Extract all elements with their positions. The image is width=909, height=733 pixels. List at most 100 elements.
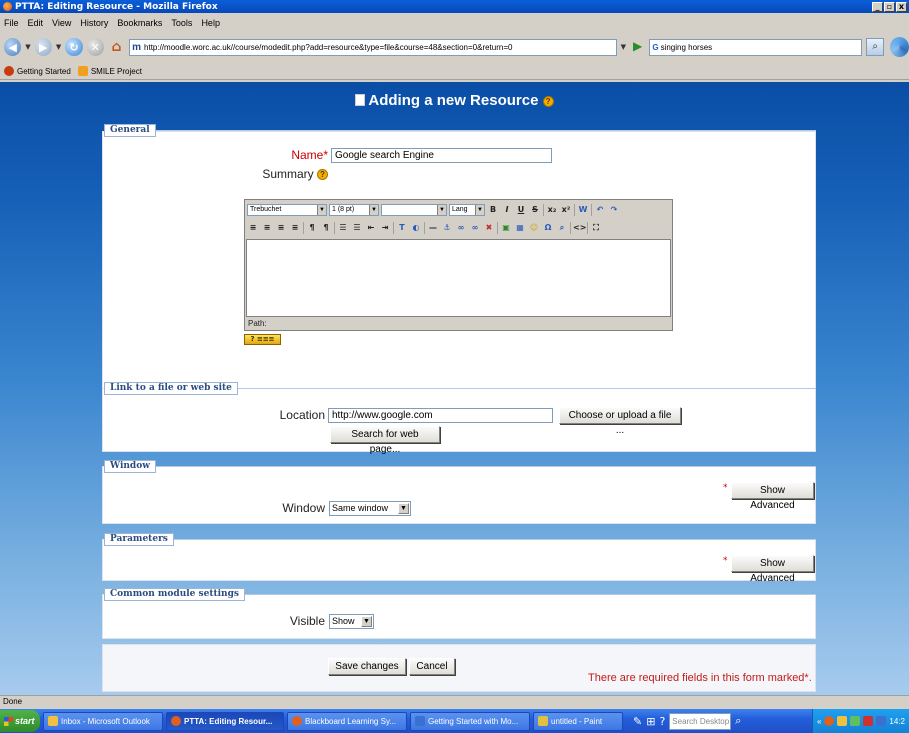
horizontal-rule-icon[interactable]: — bbox=[427, 222, 439, 234]
search-engine-icon[interactable]: G bbox=[652, 43, 658, 52]
tray-app-icon[interactable] bbox=[824, 716, 835, 726]
unlink-icon[interactable]: ∞ bbox=[469, 222, 481, 234]
search-replace-icon[interactable]: ⌕ bbox=[556, 222, 568, 234]
menu-view[interactable]: View bbox=[52, 18, 71, 28]
underline-icon[interactable]: U bbox=[515, 204, 527, 216]
undo-icon[interactable]: ↶ bbox=[594, 204, 606, 216]
bookmark-smile-project[interactable]: SMILE Project bbox=[77, 66, 142, 76]
link-icon[interactable]: ∞ bbox=[455, 222, 467, 234]
fullscreen-icon[interactable]: ⛶ bbox=[590, 222, 602, 234]
font-size-select[interactable]: 1 (8 pt) ▼ bbox=[329, 204, 379, 216]
task-firefox[interactable]: PTTA: Editing Resour... bbox=[166, 711, 284, 731]
task-outlook[interactable]: Inbox - Microsoft Outlook bbox=[43, 711, 163, 731]
minimize-button[interactable]: _ bbox=[872, 1, 883, 12]
menu-tools[interactable]: Tools bbox=[171, 18, 192, 28]
summary-help-icon[interactable]: ? bbox=[317, 169, 328, 181]
menu-file[interactable]: File bbox=[4, 18, 19, 28]
legend-link[interactable]: Link to a file or web site bbox=[104, 382, 238, 395]
show-advanced-button-parameters[interactable]: Show Advanced bbox=[731, 555, 814, 584]
editor-help-badge[interactable]: ? ≡≡≡ bbox=[244, 334, 281, 345]
redo-icon[interactable]: ↷ bbox=[608, 204, 620, 216]
tray-mail-icon[interactable] bbox=[876, 716, 887, 726]
menu-bookmarks[interactable]: Bookmarks bbox=[117, 18, 162, 28]
bookmark-getting-started[interactable]: Getting Started bbox=[4, 66, 71, 76]
special-char-icon[interactable]: Ω bbox=[542, 222, 554, 234]
search-go-icon[interactable]: ⌕ bbox=[866, 38, 884, 56]
align-left-icon[interactable]: ≡ bbox=[247, 222, 259, 234]
outdent-icon[interactable]: ⇤ bbox=[365, 222, 377, 234]
tray-app-icon[interactable] bbox=[863, 716, 874, 726]
forward-arrow-icon[interactable]: ▶ bbox=[34, 38, 52, 56]
legend-common-settings[interactable]: Common module settings bbox=[104, 588, 245, 601]
menu-edit[interactable]: Edit bbox=[28, 18, 44, 28]
summary-textarea[interactable] bbox=[246, 239, 671, 317]
save-changes-button[interactable]: Save changes bbox=[328, 658, 406, 675]
search-icon[interactable]: ⌕ bbox=[735, 714, 741, 728]
help-icon[interactable]: ? bbox=[542, 95, 554, 107]
ltr-icon[interactable]: ¶ bbox=[306, 222, 318, 234]
justify-icon[interactable]: ≡ bbox=[289, 222, 301, 234]
legend-general[interactable]: General bbox=[104, 124, 156, 137]
clean-word-icon[interactable]: W bbox=[577, 204, 589, 216]
nolink-icon[interactable]: ✖ bbox=[483, 222, 495, 234]
tray-app-icon[interactable] bbox=[837, 716, 848, 726]
align-right-icon[interactable]: ≡ bbox=[275, 222, 287, 234]
reload-icon[interactable]: ↻ bbox=[65, 38, 83, 56]
align-center-icon[interactable]: ≡ bbox=[261, 222, 273, 234]
anchor-icon[interactable]: ⚓ bbox=[441, 222, 453, 234]
home-icon[interactable]: ⌂ bbox=[108, 38, 125, 56]
unordered-list-icon[interactable]: ☰ bbox=[351, 222, 363, 234]
italic-icon[interactable]: I bbox=[501, 204, 513, 216]
text-color-icon[interactable]: T bbox=[396, 222, 408, 234]
quicklaunch-icon[interactable]: ? bbox=[659, 715, 665, 728]
back-arrow-icon[interactable]: ◀ bbox=[4, 38, 22, 56]
subscript-icon[interactable]: x₂ bbox=[546, 204, 558, 216]
format-select[interactable]: ▼ bbox=[381, 204, 447, 216]
cancel-button[interactable]: Cancel bbox=[409, 658, 455, 675]
stop-icon[interactable]: ✕ bbox=[86, 38, 104, 56]
image-icon[interactable]: ▣ bbox=[500, 222, 512, 234]
close-button[interactable]: x bbox=[896, 1, 907, 12]
clock[interactable]: 14:2 bbox=[889, 717, 905, 726]
legend-window[interactable]: Window bbox=[104, 460, 156, 473]
task-paint[interactable]: untitled - Paint bbox=[533, 711, 623, 731]
start-button[interactable]: start bbox=[0, 710, 40, 732]
location-field[interactable]: http://www.google.com bbox=[328, 408, 553, 423]
name-field[interactable]: Google search Engine bbox=[331, 148, 552, 163]
search-bar[interactable]: G singing horses bbox=[649, 38, 863, 56]
quicklaunch-icon[interactable]: ✎ bbox=[633, 715, 642, 728]
bg-color-icon[interactable]: ◐ bbox=[410, 222, 422, 234]
search-web-page-button[interactable]: Search for web page... bbox=[330, 426, 440, 455]
menu-history[interactable]: History bbox=[80, 18, 108, 28]
forward-dropdown-icon[interactable]: ▼ bbox=[56, 43, 61, 51]
strikethrough-icon[interactable]: S bbox=[529, 204, 541, 216]
smiley-icon[interactable]: ☺ bbox=[528, 222, 540, 234]
url-bar[interactable]: m http://moodle.worc.ac.uk//course/moded… bbox=[129, 38, 617, 56]
back-dropdown-icon[interactable]: ▼ bbox=[25, 43, 30, 51]
tray-network-icon[interactable] bbox=[850, 716, 861, 726]
show-advanced-button-window[interactable]: Show Advanced bbox=[731, 482, 814, 511]
menu-help[interactable]: Help bbox=[201, 18, 220, 28]
superscript-icon[interactable]: x² bbox=[560, 204, 572, 216]
rtl-icon[interactable]: ¶ bbox=[320, 222, 332, 234]
ordered-list-icon[interactable]: ☰ bbox=[337, 222, 349, 234]
legend-parameters[interactable]: Parameters bbox=[104, 533, 174, 546]
window-select[interactable]: Same window ▼ bbox=[329, 501, 411, 516]
task-getting-started[interactable]: Getting Started with Mo... bbox=[410, 711, 530, 731]
task-blackboard[interactable]: Blackboard Learning Sy... bbox=[287, 711, 407, 731]
html-source-icon[interactable]: <> bbox=[573, 222, 586, 234]
editor-path: Path: bbox=[246, 318, 671, 330]
font-family-select[interactable]: Trebuchet ▼ bbox=[247, 204, 327, 216]
visible-select[interactable]: Show ▼ bbox=[329, 614, 374, 629]
quicklaunch-icon[interactable]: ⊞ bbox=[646, 715, 655, 728]
go-arrow-icon[interactable]: ▶ bbox=[630, 39, 645, 55]
indent-icon[interactable]: ⇥ bbox=[379, 222, 391, 234]
choose-upload-button[interactable]: Choose or upload a file ... bbox=[559, 407, 681, 436]
table-icon[interactable]: ▦ bbox=[514, 222, 526, 234]
desktop-search-input[interactable]: Search Desktop bbox=[669, 712, 732, 730]
bold-icon[interactable]: B bbox=[487, 204, 499, 216]
tray-expand-icon[interactable]: « bbox=[817, 717, 821, 726]
url-history-dropdown-icon[interactable]: ▼ bbox=[621, 43, 626, 51]
lang-select[interactable]: Lang ▼ bbox=[449, 204, 485, 216]
restore-button[interactable]: ▫ bbox=[884, 1, 895, 12]
